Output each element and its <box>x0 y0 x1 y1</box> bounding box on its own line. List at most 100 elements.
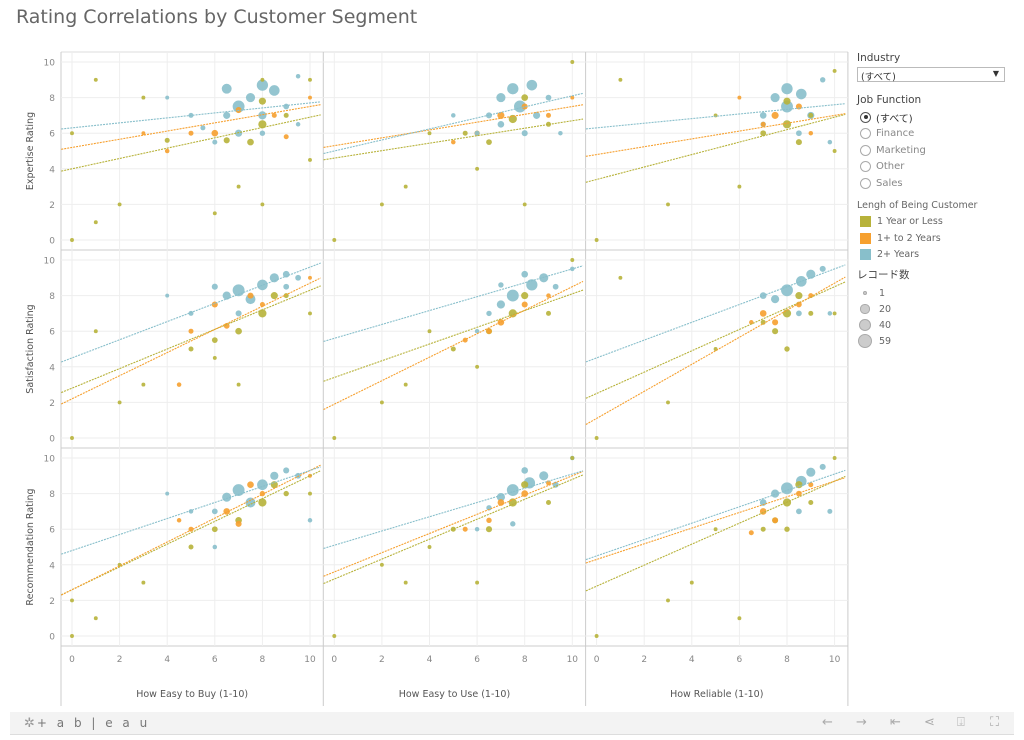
scatter-point[interactable] <box>269 273 279 283</box>
scatter-point[interactable] <box>308 473 312 478</box>
scatter-point[interactable] <box>93 329 98 334</box>
scatter-point[interactable] <box>259 130 266 136</box>
scatter-point[interactable] <box>498 282 504 288</box>
scatter-point[interactable] <box>188 130 194 136</box>
scatter-point[interactable] <box>223 111 231 119</box>
scatter-point[interactable] <box>260 202 265 207</box>
job-function-option[interactable]: (すべて) <box>857 109 1017 126</box>
scatter-point[interactable] <box>474 328 480 334</box>
scatter-point[interactable] <box>497 499 505 506</box>
scatter-point[interactable] <box>808 112 814 118</box>
scatter-point[interactable] <box>497 318 505 326</box>
scatter-point[interactable] <box>268 85 280 96</box>
scatter-point[interactable] <box>257 279 268 291</box>
scatter-point[interactable] <box>164 137 170 143</box>
scatter-point[interactable] <box>427 545 432 549</box>
scatter-point[interactable] <box>545 94 552 101</box>
scatter-point[interactable] <box>462 526 468 532</box>
scatter-point[interactable] <box>271 112 277 118</box>
job-function-option[interactable]: Other <box>857 159 1017 176</box>
scatter-point[interactable] <box>295 122 301 127</box>
scatter-point[interactable] <box>93 616 98 621</box>
scatter-point[interactable] <box>546 310 551 316</box>
scatter-point[interactable] <box>819 463 826 470</box>
scatter-point[interactable] <box>332 436 337 440</box>
scatter-point[interactable] <box>141 95 146 100</box>
scatter-point[interactable] <box>211 526 218 533</box>
job-function-option[interactable]: Finance <box>857 126 1017 143</box>
scatter-point[interactable] <box>70 598 74 603</box>
scatter-point[interactable] <box>558 130 563 136</box>
scatter-point[interactable] <box>496 300 506 309</box>
scatter-point[interactable] <box>188 544 194 550</box>
scatter-point[interactable] <box>522 202 527 207</box>
scatter-point[interactable] <box>539 471 549 481</box>
scatter-point[interactable] <box>570 60 575 64</box>
scatter-point[interactable] <box>521 130 528 137</box>
scatter-point[interactable] <box>594 634 599 638</box>
scatter-point[interactable] <box>808 130 814 136</box>
trend-line[interactable] <box>61 466 321 555</box>
scatter-point[interactable] <box>451 113 456 118</box>
scatter-point[interactable] <box>221 83 232 94</box>
scatter-point[interactable] <box>782 120 792 129</box>
scatter-point[interactable] <box>270 292 278 300</box>
scatter-point[interactable] <box>141 580 146 585</box>
trend-line[interactable] <box>323 280 584 410</box>
scatter-point[interactable] <box>795 139 802 146</box>
scatter-point[interactable] <box>308 491 312 496</box>
scatter-point[interactable] <box>521 467 529 474</box>
scatter-point[interactable] <box>772 319 779 326</box>
scatter-point[interactable] <box>70 238 74 242</box>
trend-line[interactable] <box>323 92 584 155</box>
scatter-point[interactable] <box>827 139 833 145</box>
scatter-point[interactable] <box>618 275 623 280</box>
scatter-point[interactable] <box>332 238 337 242</box>
scatter-point[interactable] <box>212 544 218 550</box>
scatter-point[interactable] <box>781 284 793 297</box>
scatter-point[interactable] <box>212 355 217 360</box>
scatter-point[interactable] <box>93 77 98 82</box>
scatter-point[interactable] <box>521 270 529 278</box>
scatter-point[interactable] <box>283 103 290 110</box>
scatter-point[interactable] <box>211 508 218 515</box>
scatter-point[interactable] <box>236 184 241 189</box>
scatter-point[interactable] <box>760 319 766 325</box>
scatter-point[interactable] <box>510 521 516 527</box>
color-legend-item[interactable]: 1+ to 2 Years <box>857 230 1017 247</box>
scatter-point[interactable] <box>164 148 170 154</box>
scatter-point[interactable] <box>247 138 254 146</box>
scatter-point[interactable] <box>594 238 599 242</box>
scatter-point[interactable] <box>770 93 780 103</box>
trend-line[interactable] <box>61 277 321 405</box>
redo-icon[interactable]: → <box>856 715 867 730</box>
scatter-point[interactable] <box>737 184 742 189</box>
scatter-point[interactable] <box>379 562 384 567</box>
scatter-point[interactable] <box>70 436 74 440</box>
scatter-point[interactable] <box>770 295 780 304</box>
scatter-point[interactable] <box>427 329 432 334</box>
scatter-point[interactable] <box>507 83 519 95</box>
scatter-point[interactable] <box>526 79 538 91</box>
scatter-point[interactable] <box>283 283 290 290</box>
scatter-point[interactable] <box>760 121 766 127</box>
scatter-point[interactable] <box>308 157 312 162</box>
scatter-point[interactable] <box>486 328 492 334</box>
scatter-point[interactable] <box>570 456 575 460</box>
scatter-point[interactable] <box>379 202 384 207</box>
scatter-point[interactable] <box>223 137 230 144</box>
scatter-point[interactable] <box>283 490 289 497</box>
scatter-point[interactable] <box>713 527 718 532</box>
scatter-point[interactable] <box>176 382 182 387</box>
trend-line[interactable] <box>585 103 846 130</box>
scatter-point[interactable] <box>666 202 670 207</box>
scatter-point[interactable] <box>211 283 218 290</box>
scatter-point[interactable] <box>212 139 218 145</box>
scatter-point[interactable] <box>475 166 480 171</box>
scatter-point[interactable] <box>760 526 766 532</box>
scatter-point[interactable] <box>450 526 456 532</box>
scatter-point[interactable] <box>475 364 480 369</box>
scatter-point[interactable] <box>462 130 468 136</box>
scatter-point[interactable] <box>93 220 98 225</box>
scatter-point[interactable] <box>772 328 779 335</box>
